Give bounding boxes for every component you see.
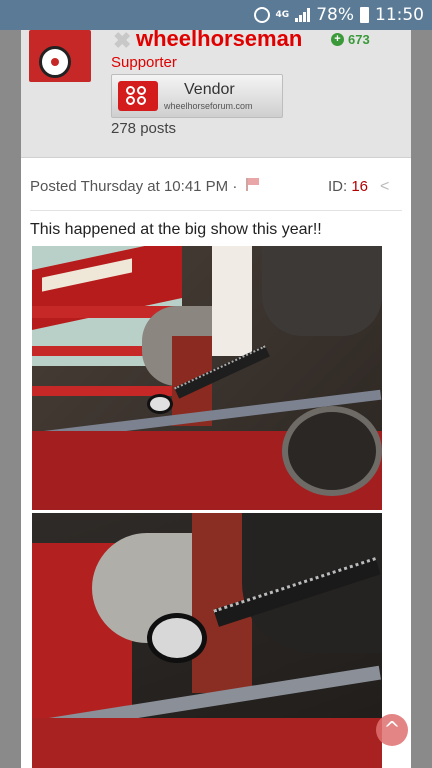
scroll-top-icon[interactable]: ^	[376, 714, 408, 746]
plus-icon: +	[331, 33, 344, 46]
battery-percentage: 78%	[316, 5, 354, 25]
alarm-icon	[253, 7, 270, 23]
clock: 11:50	[375, 5, 424, 25]
author-title: Supporter	[111, 54, 177, 71]
post-id-label: ID:	[328, 178, 348, 195]
post-image-closeup[interactable]	[32, 513, 382, 768]
post-meta-bar: Posted Thursday at 10:41 PM · ID: 16 <	[30, 174, 402, 198]
post-image[interactable]	[32, 246, 382, 510]
vendor-site: wheelhorseforum.com	[164, 101, 253, 111]
author-username[interactable]: wheelhorseman	[136, 26, 302, 52]
post-date[interactable]: Posted Thursday at 10:41 PM ·	[30, 178, 237, 195]
forum-page: ✖ wheelhorseman + 673 Supporter Vendor w…	[0, 26, 432, 768]
author-profile: ✖ wheelhorseman + 673 Supporter Vendor w…	[21, 26, 411, 158]
signal-icon	[295, 8, 311, 22]
reputation-count: 673	[348, 32, 370, 47]
author-post-count: 278 posts	[111, 120, 177, 137]
post-id: ID: 16	[328, 178, 368, 195]
post-id-value: 16	[351, 178, 369, 195]
share-icon[interactable]: <	[380, 178, 389, 196]
meta-separator: ·	[232, 178, 238, 195]
post-card: ✖ wheelhorseman + 673 Supporter Vendor w…	[21, 26, 411, 768]
report-flag-icon[interactable]	[246, 178, 260, 191]
reputation-badge: + 673	[331, 32, 370, 47]
battery-icon	[360, 7, 369, 23]
vendor-logo	[118, 81, 158, 111]
author-avatar[interactable]	[29, 30, 91, 82]
network-type: 4G	[275, 9, 290, 20]
ignore-user-icon[interactable]: ✖	[113, 28, 131, 54]
vendor-badge: Vendor wheelhorseforum.com	[111, 74, 283, 118]
divider	[30, 210, 402, 211]
vendor-label: Vendor	[184, 81, 235, 98]
post-body: This happened at the big show this year!…	[30, 221, 322, 238]
post-date-text: Posted Thursday at 10:41 PM	[30, 178, 229, 195]
